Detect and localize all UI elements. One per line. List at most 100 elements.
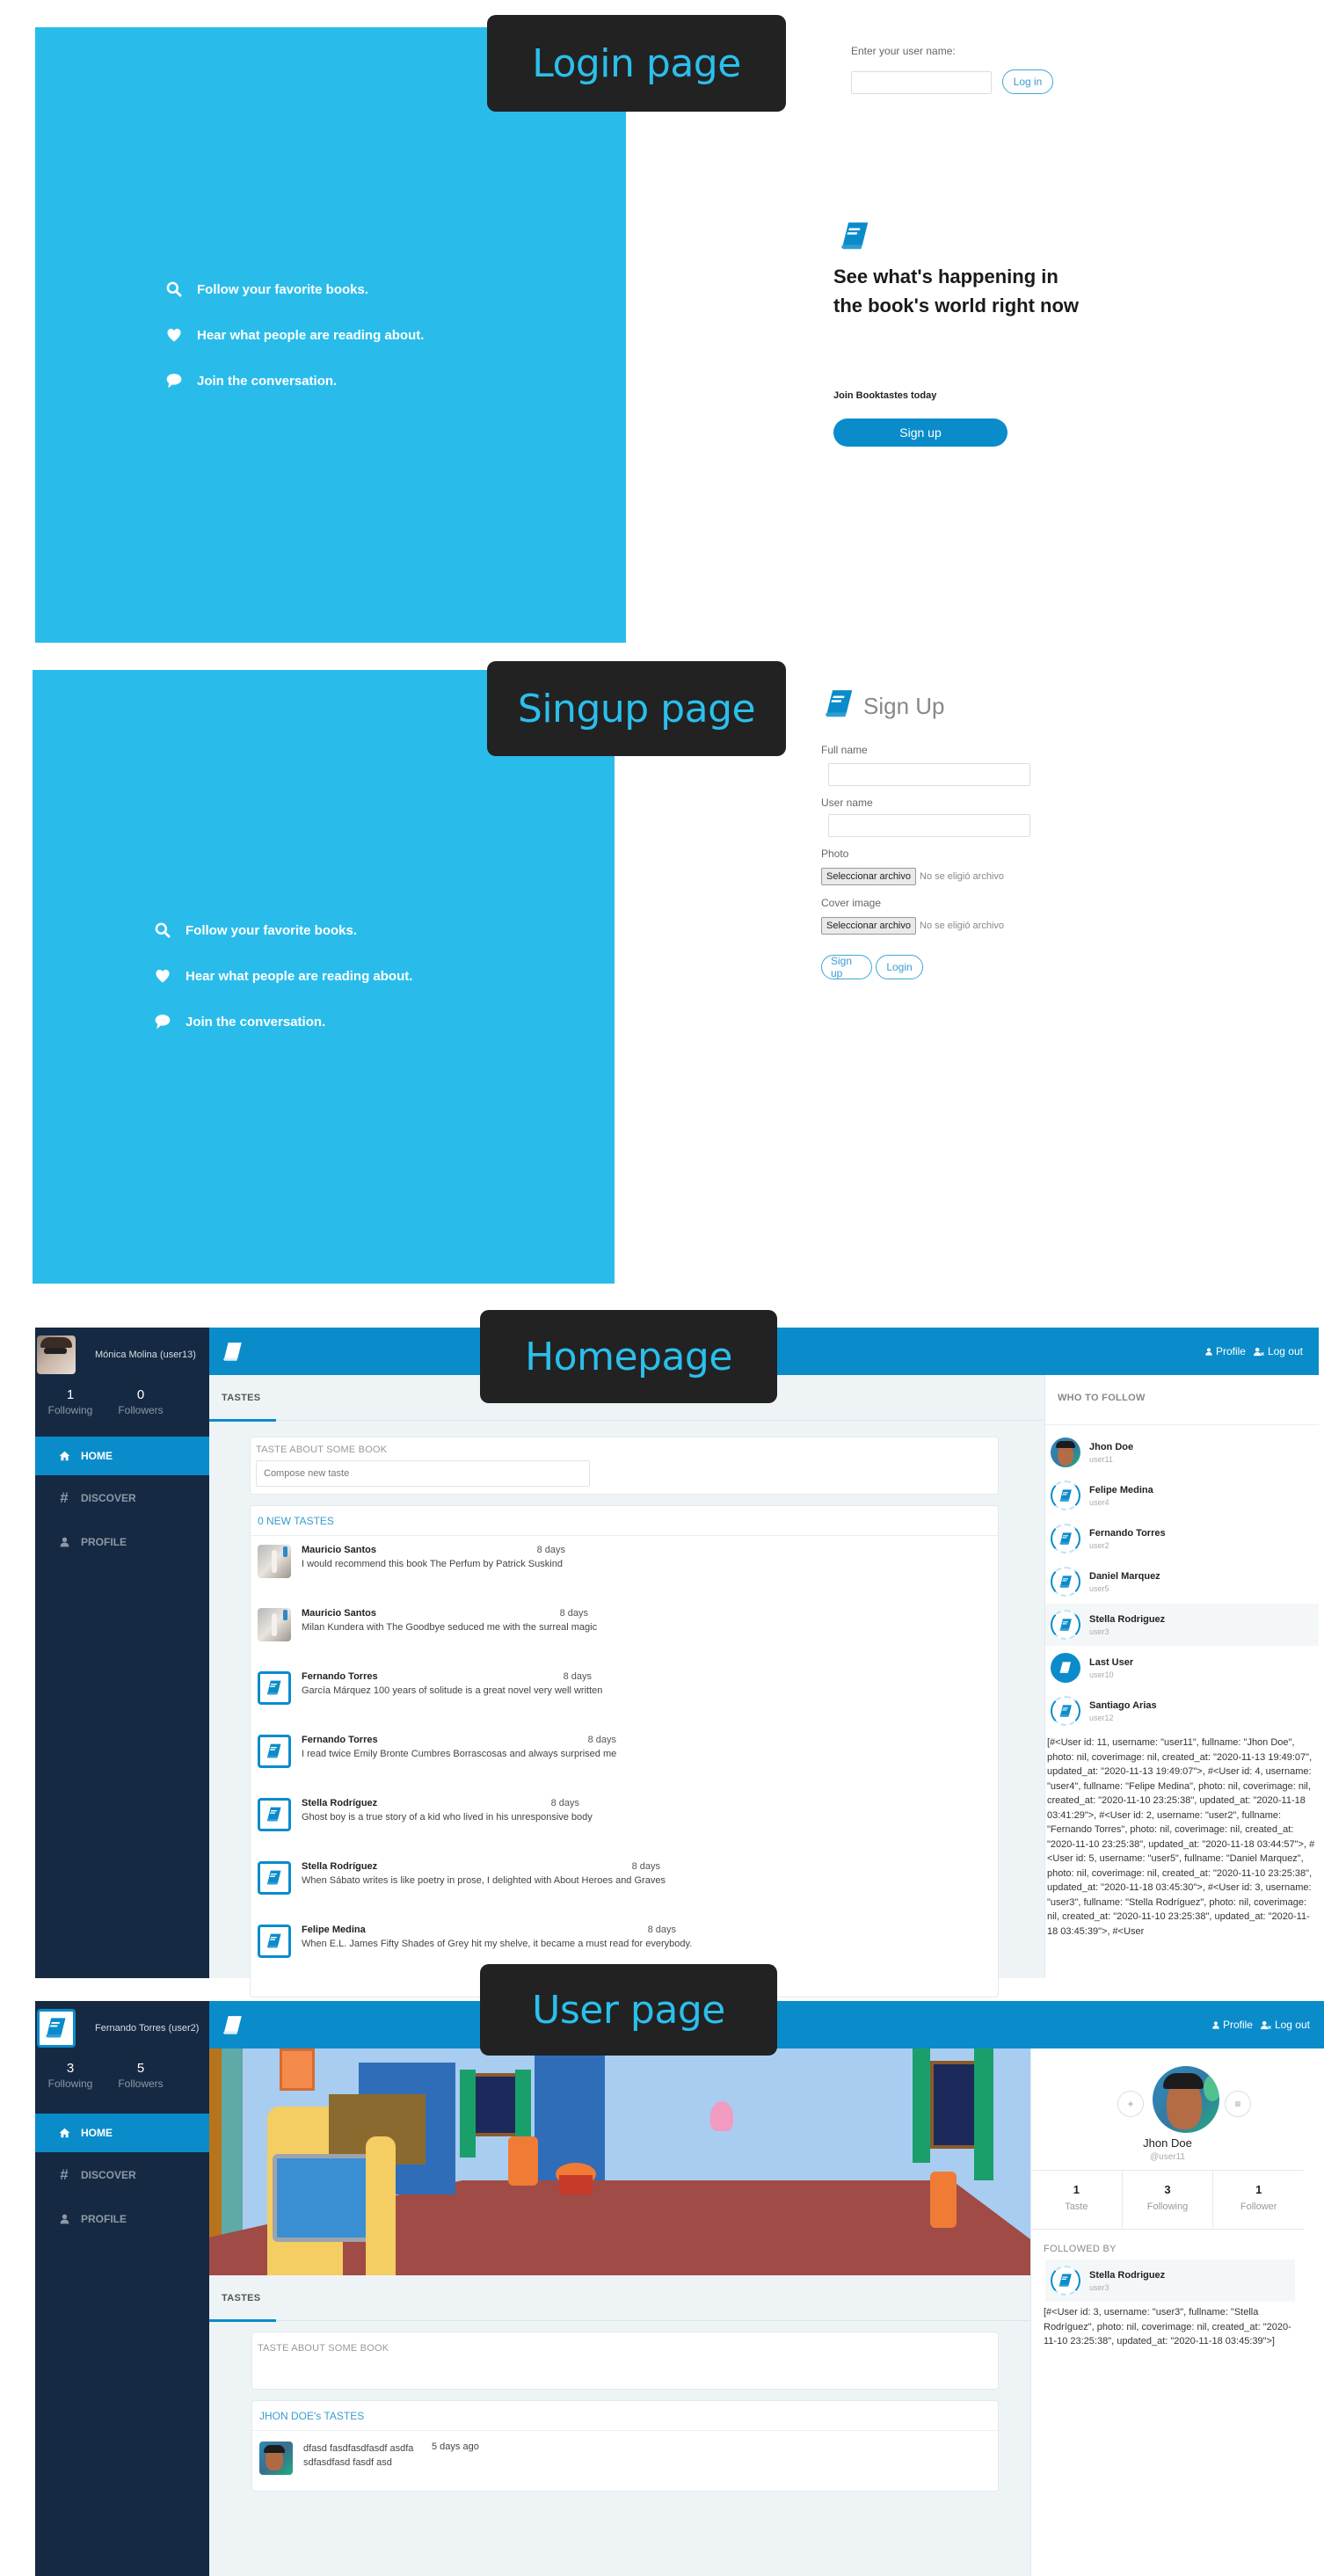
login-button[interactable]: Log in	[1002, 69, 1053, 94]
stat-following[interactable]: 3 Following	[1123, 2171, 1214, 2229]
taste-text: When E.L. James Fifty Shades of Grey hit…	[302, 1939, 693, 1949]
photo-file-input[interactable]: Seleccionar archivo No se eligió archivo	[821, 868, 1004, 885]
section-callout: Homepage	[480, 1310, 777, 1403]
taste-author[interactable]: Stella Rodríguez	[302, 1798, 377, 1808]
main-feed: TASTES TASTE ABOUT SOME BOOK Compose new…	[209, 1375, 1044, 1997]
file-status: No se eligió archivo	[920, 921, 1004, 931]
taste-author[interactable]: Fernando Torres	[302, 1671, 378, 1682]
signup-cta-button[interactable]: Sign up	[833, 418, 1008, 447]
taste-author[interactable]: Mauricio Santos	[302, 1545, 376, 1555]
hashtag-icon: #	[60, 1489, 69, 1506]
avatar[interactable]	[258, 1735, 291, 1768]
book-icon	[266, 1869, 283, 1887]
avatar[interactable]	[258, 1798, 291, 1831]
tab-tastes[interactable]: TASTES	[209, 1375, 276, 1422]
avatar[interactable]	[258, 1545, 291, 1578]
followed-by-title: FOLLOWED BY	[1044, 2244, 1117, 2254]
avatar[interactable]	[259, 2441, 293, 2475]
menu-button[interactable]: ≡	[1225, 2091, 1251, 2117]
avatar[interactable]	[37, 2009, 76, 2048]
sidebar-item-profile[interactable]: PROFILE	[35, 2200, 209, 2238]
speech-bubble-icon	[165, 372, 183, 389]
taste-author[interactable]: Felipe Medina	[302, 1925, 366, 1935]
user-remove-icon	[1260, 2020, 1272, 2030]
choose-file-button[interactable]: Seleccionar archivo	[821, 868, 916, 885]
following-stat[interactable]: 1 Following	[35, 1387, 105, 1416]
stat-followers[interactable]: 1 Follower	[1213, 2171, 1304, 2229]
nav-label: DISCOVER	[81, 1492, 136, 1504]
feature-item: Hear what people are reading about.	[154, 953, 412, 999]
username-input[interactable]	[851, 71, 992, 94]
username-input[interactable]	[828, 814, 1030, 837]
suggested-user-username: user5	[1089, 1583, 1109, 1593]
followers-stat[interactable]: 0 Followers	[105, 1387, 176, 1416]
who-to-follow-item[interactable]: Daniel Marquez user5	[1045, 1561, 1319, 1603]
current-user-name[interactable]: Mónica Molina (user13)	[95, 1350, 196, 1360]
fullname-input[interactable]	[828, 763, 1030, 786]
taste-author[interactable]: Mauricio Santos	[302, 1608, 376, 1619]
stat-tastes[interactable]: 1 Taste	[1031, 2171, 1123, 2229]
book-icon	[266, 1679, 283, 1697]
who-to-follow-item[interactable]: Stella Rodriguez user3	[1045, 1604, 1319, 1646]
profile-link[interactable]: Profile	[1211, 2019, 1253, 2031]
avatar	[1051, 1481, 1080, 1510]
avatar[interactable]	[258, 1671, 291, 1705]
login-headline: See what's happening in the book's world…	[833, 266, 1079, 317]
profile-panel: + ≡ Jhon Doe @user11 1 Taste 3 Following 1…	[1030, 2048, 1324, 2576]
avatar[interactable]	[37, 1335, 76, 1374]
avatar[interactable]	[258, 1861, 291, 1895]
who-to-follow-item[interactable]: Felipe Medina user4	[1045, 1474, 1319, 1517]
logout-link[interactable]: Log out	[1260, 2019, 1310, 2031]
taste-date: 8 days	[563, 1671, 592, 1682]
login-button[interactable]: Login	[876, 955, 923, 979]
avatar[interactable]	[258, 1925, 291, 1958]
following-label: Following	[47, 2078, 93, 2090]
following-stat[interactable]: 3 Following	[35, 2061, 105, 2090]
taste-author[interactable]: Stella Rodríguez	[302, 1861, 377, 1872]
who-to-follow-item[interactable]: Santiago Arias user12	[1045, 1690, 1319, 1732]
compose-taste-input[interactable]: Compose new taste	[256, 1460, 590, 1487]
logout-link[interactable]: Log out	[1253, 1345, 1303, 1357]
sidebar-item-discover[interactable]: # DISCOVER	[35, 2156, 209, 2194]
sidebar-item-home[interactable]: HOME	[35, 1437, 209, 1475]
who-to-follow-item[interactable]: Fernando Torres user2	[1045, 1517, 1319, 1560]
book-logo-icon[interactable]	[222, 1341, 244, 1364]
tab-tastes[interactable]: TASTES	[209, 2275, 276, 2322]
hashtag-icon: #	[60, 2166, 69, 2183]
signup-button[interactable]: Sign up	[821, 955, 872, 979]
profile-avatar[interactable]	[1153, 2066, 1219, 2133]
username-label: User name	[821, 797, 873, 809]
taste-date: 8 days	[647, 1925, 676, 1935]
sidebar-item-discover[interactable]: # DISCOVER	[35, 1479, 209, 1517]
logout-link-label: Log out	[1274, 2019, 1310, 2031]
followers-label: Followers	[118, 2078, 164, 2090]
book-icon	[1058, 2273, 1073, 2289]
who-to-follow-item[interactable]: Jhon Doe user11	[1045, 1431, 1319, 1474]
avatar[interactable]	[258, 1608, 291, 1641]
sidebar-item-profile[interactable]: PROFILE	[35, 1523, 209, 1561]
book-logo-icon[interactable]	[222, 2014, 244, 2037]
sidebar: Fernando Torres (user2) 3 Following 5 Foll…	[35, 2001, 209, 2576]
suggested-user-username: user3	[1089, 1626, 1109, 1636]
profile-link[interactable]: Profile	[1204, 1345, 1246, 1357]
profile-handle: @user11	[1150, 2152, 1185, 2162]
compose-card[interactable]: TASTE ABOUT SOME BOOK	[251, 2332, 999, 2390]
followers-stat[interactable]: 5 Followers	[105, 2061, 176, 2090]
speech-bubble-icon	[154, 1013, 171, 1030]
taste-text: Ghost boy is a true story of a kid who l…	[302, 1812, 593, 1823]
taste-item: dfasd fasdfasdfasdf asdfa sdfasdfasd fas…	[259, 2441, 479, 2475]
feature-text: Join the conversation.	[186, 1014, 326, 1030]
who-to-follow-item[interactable]: Last User user10	[1045, 1647, 1319, 1689]
taste-author[interactable]: Fernando Torres	[302, 1735, 378, 1745]
cover-file-input[interactable]: Seleccionar archivo No se eligió archivo	[821, 917, 1004, 935]
sidebar-item-home[interactable]: HOME	[35, 2114, 209, 2152]
choose-file-button[interactable]: Seleccionar archivo	[821, 917, 916, 935]
signup-hero-panel: Follow your favorite books. Hear what pe…	[33, 670, 615, 1284]
follow-button[interactable]: +	[1117, 2091, 1144, 2117]
stat-label: Following	[1146, 2201, 1189, 2212]
search-icon	[165, 280, 183, 298]
current-user-name[interactable]: Fernando Torres (user2)	[95, 2023, 199, 2034]
followed-by-item[interactable]: Stella Rodriguez user3	[1045, 2259, 1295, 2302]
new-tastes-link[interactable]: 0 NEW TASTES	[251, 1506, 998, 1536]
book-logo-icon	[839, 220, 872, 253]
